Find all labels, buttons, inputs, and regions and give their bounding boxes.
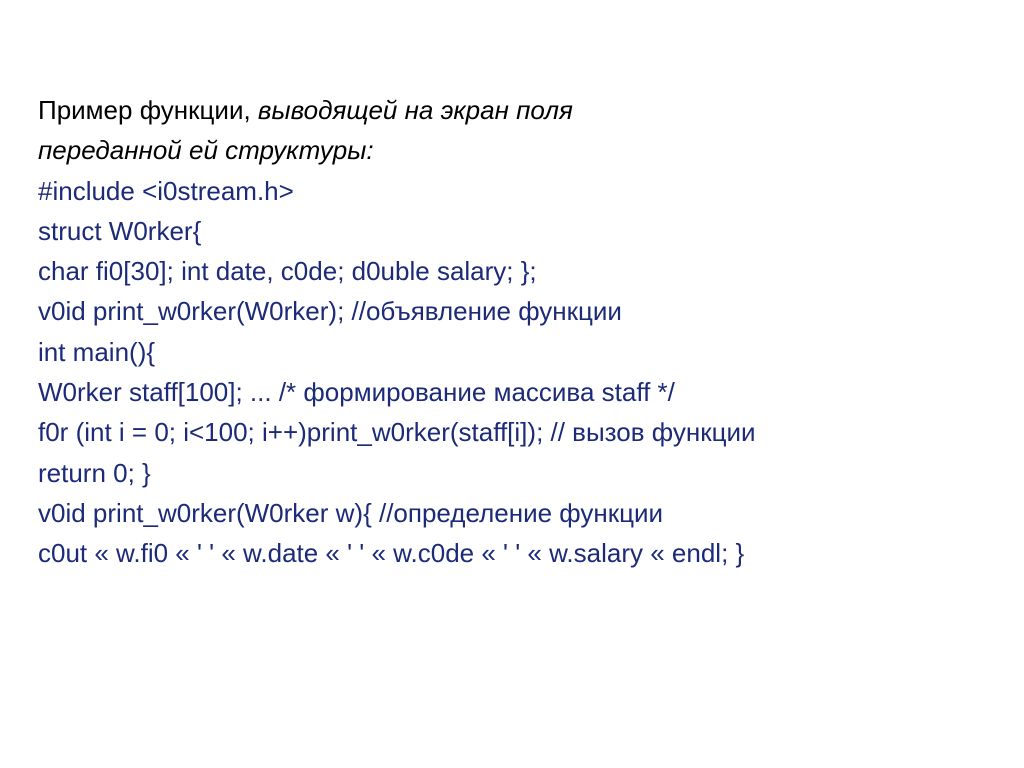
code-line-10: c0ut « w.fі0 « ' ' « w.date « ' ' « w.c0… [38,533,994,573]
code-line-9: v0id print_w0rker(W0rker w){ //определен… [38,493,994,533]
code-line-1: #include <і0stream.h> [38,171,994,211]
code-line-8: return 0; } [38,453,994,493]
code-line-2: struct W0rker{ [38,211,994,251]
heading-plain: Пример функции, [38,95,258,125]
code-line-5: int main(){ [38,332,994,372]
code-line-7: f0r (int i = 0; i<100; i++)print_w0rker(… [38,412,994,452]
code-line-3: char fі0[30]; int date, c0de; d0uble sal… [38,251,994,291]
code-line-4: v0id print_w0rker(W0rker); //объявление … [38,291,994,331]
document-page: Пример функции, выводящей на экран поля … [0,0,1024,574]
heading-line-2: переданной ей структуры: [38,130,994,170]
code-line-6: W0rker staff[100]; ... /* формирование м… [38,372,994,412]
heading-line-1: Пример функции, выводящей на экран поля [38,90,994,130]
heading-italic-1: выводящей на экран поля [258,95,573,125]
